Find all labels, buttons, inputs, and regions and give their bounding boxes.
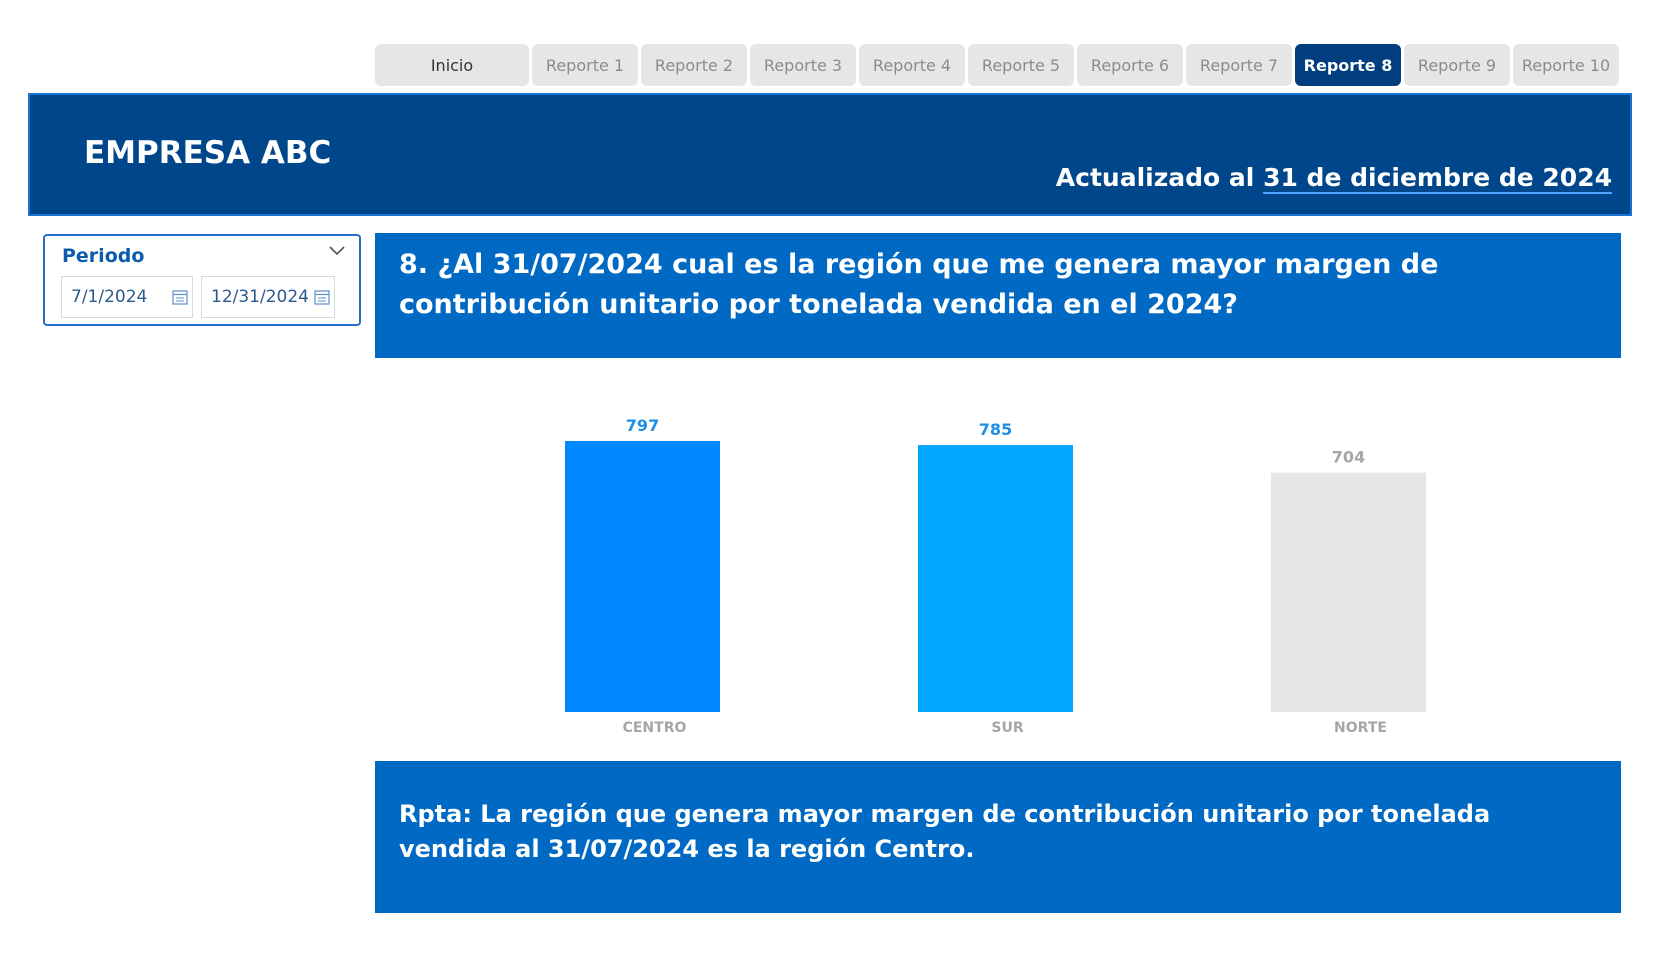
tab-reporte-6[interactable]: Reporte 6 — [1077, 44, 1183, 86]
chevron-down-icon[interactable] — [329, 246, 345, 256]
end-date-input[interactable]: 12/31/2024 — [201, 276, 335, 318]
x-tick-label-centro: CENTRO — [623, 720, 687, 736]
tab-reporte-7[interactable]: Reporte 7 — [1186, 44, 1292, 86]
company-name: EMPRESA ABC — [84, 135, 332, 171]
bar-norte[interactable] — [1271, 472, 1426, 712]
answer-box: Rpta: La región que genera mayor margen … — [375, 761, 1621, 913]
x-tick-label-sur: SUR — [991, 720, 1023, 736]
bar-chart: 797 CENTRO 785 SUR 704 NORTE — [565, 416, 1426, 736]
slicer-title: Periodo — [62, 245, 145, 267]
updated-label: Actualizado al 31 de diciembre de 2024 — [1055, 163, 1612, 194]
question-box: 8. ¿Al 31/07/2024 cual es la región que … — [375, 233, 1621, 358]
updated-prefix: Actualizado al — [1055, 163, 1264, 192]
tab-reporte-4[interactable]: Reporte 4 — [859, 44, 965, 86]
data-label-sur: 785 — [979, 420, 1012, 439]
data-label-centro: 797 — [626, 416, 659, 435]
tab-inicio[interactable]: Inicio — [375, 44, 529, 86]
end-date-value: 12/31/2024 — [211, 287, 309, 307]
tab-reporte-3[interactable]: Reporte 3 — [750, 44, 856, 86]
tab-reporte-1[interactable]: Reporte 1 — [532, 44, 638, 86]
tab-reporte-9[interactable]: Reporte 9 — [1404, 44, 1510, 86]
header-banner: EMPRESA ABC Actualizado al 31 de diciemb… — [28, 93, 1632, 216]
calendar-icon[interactable] — [314, 289, 330, 305]
tab-reporte-10[interactable]: Reporte 10 — [1513, 44, 1619, 86]
tab-reporte-8[interactable]: Reporte 8 — [1295, 44, 1401, 86]
updated-date: 31 de diciembre de 2024 — [1263, 163, 1612, 194]
tab-reporte-5[interactable]: Reporte 5 — [968, 44, 1074, 86]
calendar-icon[interactable] — [172, 289, 188, 305]
report-nav: Inicio Reporte 1 Reporte 2 Reporte 3 Rep… — [375, 44, 1619, 86]
bar-centro[interactable] — [565, 441, 720, 712]
start-date-value: 7/1/2024 — [71, 287, 148, 307]
x-tick-label-norte: NORTE — [1334, 720, 1387, 736]
start-date-input[interactable]: 7/1/2024 — [61, 276, 193, 318]
tab-reporte-2[interactable]: Reporte 2 — [641, 44, 747, 86]
bar-sur[interactable] — [918, 445, 1073, 712]
data-label-norte: 704 — [1332, 448, 1365, 467]
period-slicer: Periodo 7/1/2024 12/31/2024 — [43, 234, 361, 326]
